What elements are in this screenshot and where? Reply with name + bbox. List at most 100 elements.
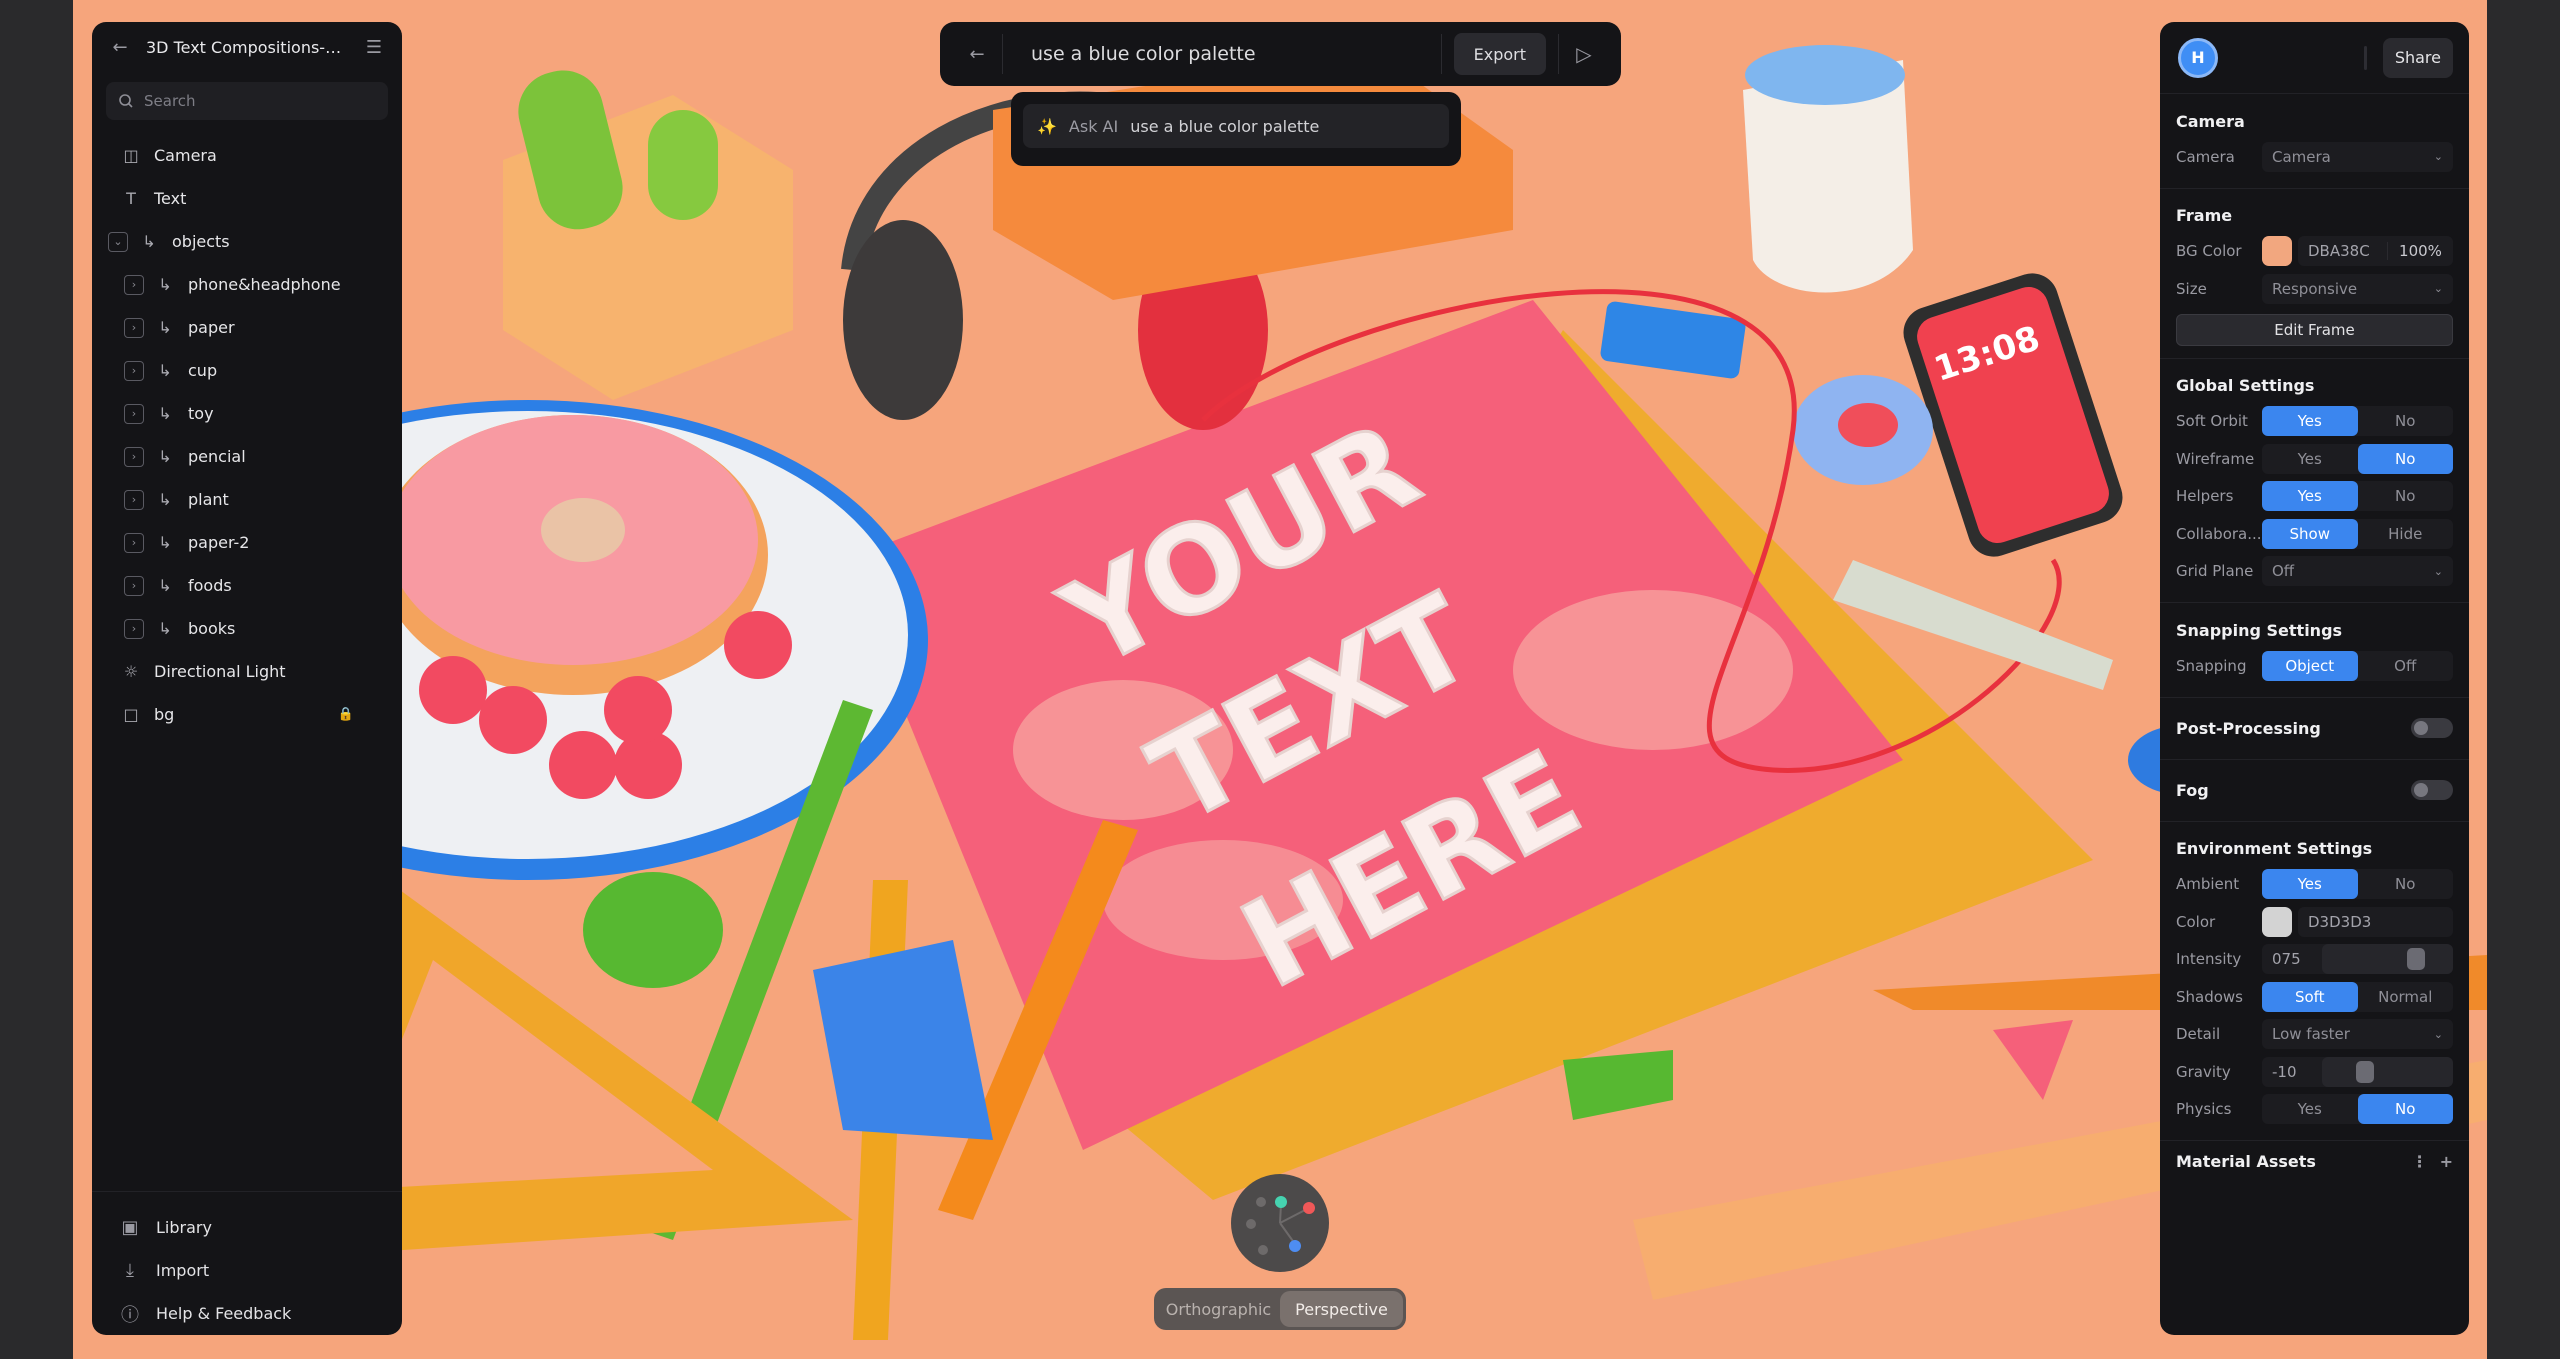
- section-title: Environment Settings: [2176, 839, 2373, 858]
- chevron-right-icon[interactable]: ›: [124, 360, 144, 381]
- setting-option[interactable]: Show: [2262, 518, 2358, 549]
- bg-opacity[interactable]: 100%: [2387, 242, 2453, 261]
- gravity-track[interactable]: [2322, 1056, 2453, 1087]
- pink-triangle: [1993, 1020, 2073, 1100]
- setting-toggle: Yes No: [2262, 443, 2453, 474]
- back-arrow-icon[interactable]: ←: [952, 42, 1002, 66]
- env-color-swatch[interactable]: [2262, 906, 2292, 937]
- chevron-right-icon[interactable]: ›: [124, 489, 144, 510]
- fog-section: Fog: [2160, 760, 2469, 822]
- post-processing-switch[interactable]: [2411, 718, 2453, 738]
- import-link[interactable]: ⤓ Import: [92, 1249, 402, 1292]
- grid-plane-select[interactable]: Off ⌄: [2262, 556, 2453, 587]
- setting-option[interactable]: No: [2358, 406, 2454, 436]
- layer-item[interactable]: › ↳ phone&headphone: [92, 263, 402, 306]
- intensity-value: 075: [2272, 950, 2301, 969]
- size-select[interactable]: Responsive ⌄: [2262, 273, 2453, 304]
- layer-item[interactable]: ◫ Camera: [92, 134, 402, 177]
- layer-item[interactable]: › ↳ paper: [92, 306, 402, 349]
- setting-option[interactable]: Yes: [2262, 406, 2358, 437]
- snapping-object-option[interactable]: Object: [2262, 650, 2358, 681]
- ask-ai-suggestion[interactable]: ✨ Ask AI use a blue color palette: [1023, 104, 1449, 148]
- plus-icon[interactable]: +: [2440, 1152, 2453, 1171]
- group-icon: ↳: [158, 404, 172, 423]
- snapping-off-option[interactable]: Off: [2358, 651, 2454, 681]
- help-link[interactable]: ⓘ Help & Feedback: [92, 1292, 402, 1335]
- green-circle: [583, 872, 723, 988]
- global-settings-section: Global Settings Soft Orbit Yes No Wireframe…: [2160, 359, 2469, 603]
- layer-item[interactable]: □ bg 🔒: [92, 693, 402, 736]
- post-processing-section: Post-Processing: [2160, 698, 2469, 760]
- setting-option[interactable]: Hide: [2358, 519, 2454, 549]
- lock-icon[interactable]: 🔒: [338, 707, 354, 722]
- detail-select[interactable]: Low faster ⌄: [2262, 1019, 2453, 1050]
- avatar[interactable]: H: [2178, 37, 2218, 78]
- layer-item[interactable]: ☼ Directional Light: [92, 650, 402, 693]
- chevron-right-icon[interactable]: ›: [124, 274, 144, 295]
- chevron-right-icon[interactable]: ›: [124, 532, 144, 553]
- export-button[interactable]: Export: [1453, 33, 1546, 75]
- chevron-right-icon[interactable]: ›: [124, 618, 144, 639]
- camera-select[interactable]: Camera ⌄: [2262, 141, 2453, 172]
- env-color-input[interactable]: D3D3D3: [2298, 906, 2453, 937]
- chevron-right-icon[interactable]: ›: [124, 403, 144, 424]
- orientation-gizmo[interactable]: [1231, 1174, 1329, 1272]
- edit-frame-button[interactable]: Edit Frame: [2176, 313, 2453, 346]
- gravity-slider[interactable]: -10: [2262, 1056, 2453, 1087]
- menu-icon[interactable]: ☰: [362, 35, 386, 59]
- orthographic-option[interactable]: Orthographic: [1157, 1291, 1280, 1327]
- prompt-input[interactable]: use a blue color palette: [1003, 43, 1441, 65]
- intensity-track[interactable]: [2322, 944, 2453, 975]
- group-icon: ↳: [142, 232, 156, 251]
- layer-label: paper: [188, 318, 235, 337]
- physics-label: Physics: [2176, 1100, 2232, 1119]
- setting-option[interactable]: No: [2358, 481, 2454, 511]
- 3d-viewport[interactable]: 13:08 YOUR TEXT HERE: [73, 0, 2487, 1359]
- library-link[interactable]: ▣ Library: [92, 1206, 402, 1249]
- layer-label: books: [188, 619, 236, 638]
- frame-section: Frame BG Color DBA38C 100% Size Responsi…: [2160, 189, 2469, 359]
- search-input[interactable]: Search: [106, 82, 388, 120]
- layer-item[interactable]: ⌄ ↳ objects: [92, 220, 402, 263]
- fog-switch[interactable]: [2411, 780, 2453, 800]
- ask-ai-dropdown: ✨ Ask AI use a blue color palette: [1011, 92, 1461, 166]
- more-icon[interactable]: ⋮: [2412, 1152, 2428, 1171]
- layer-item[interactable]: › ↳ pencial: [92, 435, 402, 478]
- group-icon: ↳: [158, 533, 172, 552]
- setting-option[interactable]: Yes: [2262, 481, 2358, 512]
- chevron-down-icon: ⌄: [2433, 150, 2443, 164]
- bg-color-input[interactable]: DBA38C 100%: [2298, 236, 2453, 267]
- ambient-yes-option[interactable]: Yes: [2262, 869, 2358, 900]
- ambient-no-option[interactable]: No: [2358, 869, 2454, 899]
- setting-option[interactable]: No: [2357, 443, 2453, 474]
- layer-item[interactable]: T Text: [92, 177, 402, 220]
- share-button[interactable]: Share: [2382, 37, 2453, 78]
- chevron-right-icon[interactable]: ›: [124, 317, 144, 338]
- layer-item[interactable]: › ↳ books: [92, 607, 402, 650]
- chevron-down-icon[interactable]: ⌄: [108, 231, 128, 252]
- setting-option[interactable]: Yes: [2262, 444, 2358, 474]
- intensity-slider[interactable]: 075: [2262, 944, 2453, 975]
- bg-color-swatch[interactable]: [2262, 236, 2292, 267]
- physics-yes-option[interactable]: Yes: [2262, 1094, 2358, 1124]
- camera-value: Camera: [2272, 147, 2331, 166]
- slider-handle[interactable]: [2406, 948, 2425, 971]
- slider-handle[interactable]: [2355, 1060, 2374, 1083]
- chevron-right-icon[interactable]: ›: [124, 446, 144, 467]
- layer-item[interactable]: › ↳ plant: [92, 478, 402, 521]
- shadows-normal-option[interactable]: Normal: [2358, 982, 2454, 1012]
- layer-item[interactable]: › ↳ cup: [92, 349, 402, 392]
- back-arrow-icon[interactable]: ←: [108, 35, 132, 59]
- play-icon[interactable]: ▷: [1559, 42, 1609, 66]
- layer-label: objects: [172, 232, 230, 251]
- perspective-option[interactable]: Perspective: [1280, 1291, 1403, 1327]
- layer-item[interactable]: › ↳ foods: [92, 564, 402, 607]
- layer-item[interactable]: › ↳ toy: [92, 392, 402, 435]
- shadows-soft-option[interactable]: Soft: [2262, 981, 2358, 1012]
- chevron-down-icon: ⌄: [2433, 564, 2443, 578]
- physics-no-option[interactable]: No: [2357, 1094, 2453, 1125]
- layer-item[interactable]: › ↳ paper-2: [92, 521, 402, 564]
- chevron-right-icon[interactable]: ›: [124, 575, 144, 596]
- layer-label: phone&headphone: [188, 275, 341, 294]
- text-icon: T: [126, 189, 136, 208]
